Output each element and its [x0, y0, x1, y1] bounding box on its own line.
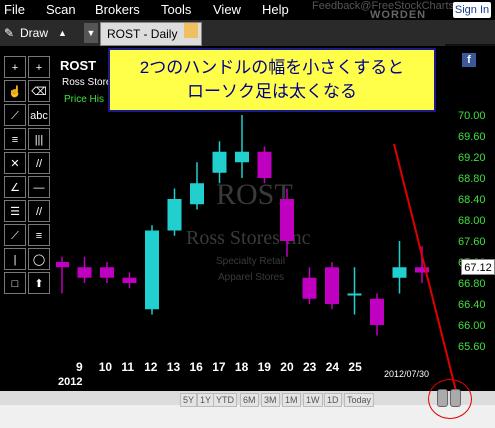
tool-fib-icon[interactable]: ≡ [4, 128, 26, 150]
price-tick-label: 68.40 [458, 194, 486, 206]
date-tick-label: 23 [303, 360, 317, 374]
menu-view[interactable]: View [213, 2, 241, 17]
menu-file[interactable]: File [4, 2, 25, 17]
price-tick-label: 68.00 [458, 215, 486, 227]
date-tick-label: 11 [121, 360, 134, 374]
tool-vlines-icon[interactable]: ||| [28, 128, 50, 150]
tool-cross-icon[interactable]: ✕ [4, 152, 26, 174]
zoom-1m[interactable]: 1M [282, 393, 301, 407]
watermark-industry: Apparel Stores [218, 272, 284, 283]
date-tick-label: 24 [326, 360, 340, 374]
highlight-circle [428, 379, 472, 419]
zoom-6m[interactable]: 6M [240, 393, 259, 407]
tool-vline-icon[interactable]: | [4, 248, 26, 270]
date-tick-label: 19 [258, 360, 272, 374]
candle-body [122, 277, 137, 283]
tool-crosshair-icon[interactable]: + [4, 56, 26, 78]
candle-body [325, 267, 339, 304]
draw-button[interactable]: ✎ Draw ▲ [2, 23, 78, 43]
price-tick-label: 70.00 [458, 110, 486, 122]
price-history-label: Price His [64, 94, 105, 105]
candle-body [235, 151, 249, 163]
year-label: 2012 [58, 376, 83, 388]
sign-in-button[interactable]: Sign In [453, 2, 491, 18]
tab-menu-arrow[interactable]: ▼ [84, 23, 98, 43]
zoom-1y[interactable]: 1Y [197, 393, 215, 407]
chart-toolbar: ✎ Draw ▲ ▼ ROST - Daily [0, 20, 495, 66]
date-tick-label: 10 [99, 360, 113, 374]
date-tick-label: 13 [167, 360, 181, 374]
candle-body [302, 277, 317, 299]
tool-channel-icon[interactable]: // [28, 152, 50, 174]
candle-body [190, 183, 204, 205]
date-tick-label: 12 [144, 360, 158, 374]
zoom-1w[interactable]: 1W [303, 393, 323, 407]
tool-ellipse-icon[interactable]: ◯ [28, 248, 50, 270]
tool-eraser-icon[interactable]: ⌫ [28, 80, 50, 102]
menu-help[interactable]: Help [262, 2, 289, 17]
candle-body [370, 298, 384, 325]
price-tick-label: 66.80 [458, 278, 486, 290]
menu-bar: File Scan Brokers Tools View Help Feedba… [0, 0, 495, 21]
draw-label: Draw [20, 26, 49, 40]
candle-body [167, 199, 182, 231]
caret-up-icon: ▲ [58, 28, 67, 38]
candle-body [212, 151, 227, 173]
price-tick-label: 67.60 [458, 236, 486, 248]
zoom-today[interactable]: Today [344, 393, 375, 407]
menu-brokers[interactable]: Brokers [95, 2, 140, 17]
price-tick-label: 66.00 [458, 320, 486, 332]
price-tick-label: 68.80 [458, 173, 486, 185]
bottom-bar: 5Y 1Y YTD 6M 3M 1M 1W 1D Today [0, 379, 495, 428]
tool-hand-icon[interactable]: ☝ [4, 80, 26, 102]
price-tick-label: 69.20 [458, 152, 486, 164]
tool-grid-icon[interactable]: ☰ [4, 200, 26, 222]
tool-crosshair-2-icon[interactable]: + [28, 56, 50, 78]
facebook-icon[interactable]: f [462, 53, 476, 67]
zoom-3m[interactable]: 3M [261, 393, 280, 407]
annotation-line-2: ローソク足は太くなる [187, 82, 357, 101]
chart-symbol: ROST [60, 58, 97, 73]
date-tick-label: 9 [76, 360, 83, 374]
tool-trendline-icon[interactable]: // [28, 200, 50, 222]
candle-body [257, 151, 272, 178]
candle-body [145, 230, 159, 310]
date-tick-label: 17 [212, 360, 226, 374]
annotation-balloon: 2つのハンドルの幅を小さくすると ローソク足は太くなる [108, 48, 436, 112]
zoom-1d[interactable]: 1D [324, 393, 342, 407]
tool-arrow-icon[interactable]: ⬆ [28, 272, 50, 294]
tool-levels-icon[interactable]: ≡ [28, 224, 50, 246]
annotation-line-1: 2つのハンドルの幅を小さくすると [139, 58, 405, 77]
date-tick-label: 20 [280, 360, 294, 374]
tool-line-icon[interactable]: ⟋ [4, 104, 26, 126]
price-tick-label: 69.60 [458, 131, 486, 143]
date-tick-label: 16 [190, 360, 204, 374]
tool-rectangle-icon[interactable]: □ [4, 272, 26, 294]
zoom-ytd[interactable]: YTD [213, 393, 237, 407]
last-price-badge: 67.12 [461, 259, 495, 275]
tab-label: ROST - Daily [107, 27, 178, 41]
tool-hline-icon[interactable]: — [28, 176, 50, 198]
date-tick-label: 18 [235, 360, 249, 374]
candle-body [392, 267, 407, 278]
menu-scan[interactable]: Scan [46, 2, 76, 17]
tool-text-icon[interactable]: abc [28, 104, 50, 126]
drawing-tools-panel: + + ☝ ⌫ ⟋ abc ≡ ||| ✕//∠ — ☰//⟋ ≡ | ◯ □ ⬆ [0, 46, 56, 391]
new-tab-icon[interactable] [184, 23, 198, 38]
candle-body [347, 293, 362, 296]
tool-angle-icon[interactable]: ∠ [4, 176, 26, 198]
candle-body [280, 199, 294, 241]
zoom-5y[interactable]: 5Y [180, 393, 198, 407]
candle-body [56, 262, 69, 268]
date-tick-label: 25 [348, 360, 362, 374]
pencil-icon: ✎ [4, 26, 15, 40]
menu-tools[interactable]: Tools [161, 2, 191, 17]
end-date-label: 2012/07/30 [384, 369, 430, 379]
tool-ray-icon[interactable]: ⟋ [4, 224, 26, 246]
watermark-sector: Specialty Retail [216, 256, 285, 267]
candle-body [100, 267, 114, 278]
price-tick-label: 66.40 [458, 299, 486, 311]
price-tick-label: 65.60 [458, 341, 486, 353]
candle-body [77, 267, 92, 278]
